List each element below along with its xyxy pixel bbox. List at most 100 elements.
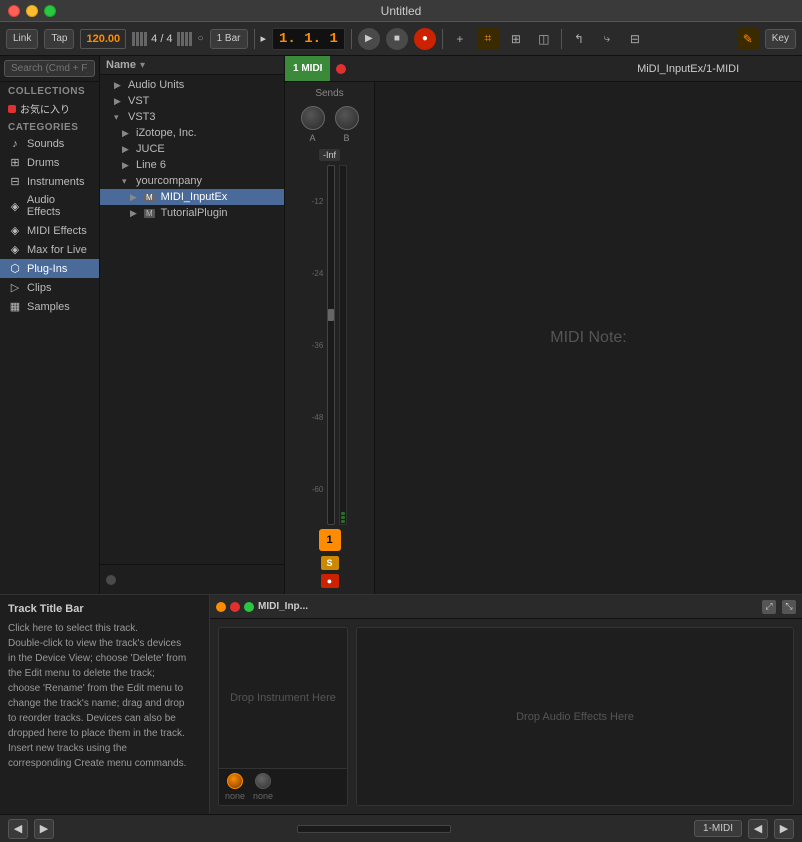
sidebar: Collections お気に入り Categories ♪ Sounds ⊞ … bbox=[0, 56, 100, 594]
window-controls[interactable] bbox=[8, 5, 56, 17]
db-labels: -12 -24 -36 -48 -60 bbox=[312, 165, 324, 525]
vu-bar bbox=[341, 520, 345, 523]
bpm-display[interactable]: 120.00 bbox=[80, 29, 126, 49]
device-expand-button[interactable]: ⤢ bbox=[762, 600, 776, 614]
stop-button[interactable]: ■ bbox=[386, 28, 408, 50]
track-content: Sends A B -Inf -12 bbox=[285, 82, 802, 594]
browser-item-vst[interactable]: ▶ VST bbox=[100, 93, 284, 109]
browser-item-tutorial-plugin[interactable]: ▶ M TutorialPlugin bbox=[100, 205, 284, 221]
browser-item-juce[interactable]: ▶ JUCE bbox=[100, 141, 284, 157]
redo-button[interactable]: ⤷ bbox=[596, 28, 618, 50]
sidebar-item-samples[interactable]: ▦ Samples bbox=[0, 297, 99, 316]
arrangement-button[interactable]: ⊞ bbox=[505, 28, 527, 50]
send-a-label: A bbox=[309, 133, 315, 143]
device-title: MIDI_Inp... bbox=[258, 601, 308, 612]
toolbar-divider bbox=[254, 29, 255, 49]
fader-handle[interactable] bbox=[328, 309, 334, 321]
toolbar-divider bbox=[351, 29, 352, 49]
status-right-button[interactable]: ▶ bbox=[34, 819, 54, 839]
expand-icon: ▶ bbox=[122, 128, 132, 139]
midi-button[interactable]: ⌗ bbox=[477, 28, 499, 50]
record-button[interactable]: ● bbox=[414, 28, 436, 50]
fader-track[interactable] bbox=[327, 165, 335, 525]
db-label: -48 bbox=[312, 413, 324, 422]
send-a-knob[interactable] bbox=[301, 106, 325, 130]
midi-track-label[interactable]: 1 MIDI bbox=[285, 56, 330, 81]
expand-icon: ▶ bbox=[130, 208, 140, 219]
plugin-icon: M bbox=[144, 193, 155, 202]
cpu-button[interactable]: ⊟ bbox=[624, 28, 646, 50]
close-button[interactable] bbox=[8, 5, 20, 17]
drums-icon: ⊞ bbox=[8, 156, 22, 169]
browser-item-audio-units[interactable]: ▶ Audio Units bbox=[100, 77, 284, 93]
drums-label: Drums bbox=[27, 157, 59, 169]
browser-item-midi-inputex[interactable]: ▶ M MIDI_InputEx bbox=[100, 189, 284, 205]
undo-button[interactable]: ↰ bbox=[568, 28, 590, 50]
meter-bar bbox=[181, 32, 184, 46]
max-for-live-icon: ◈ bbox=[8, 243, 22, 256]
maximize-button[interactable] bbox=[44, 5, 56, 17]
browser-list: ▶ Audio Units ▶ VST ▾ VST3 ▶ iZotope, In… bbox=[100, 75, 284, 564]
device-panel: MIDI_Inp... ⤢ ⤡ Drop Instrument Here non… bbox=[210, 595, 802, 814]
toolbar: Link Tap 120.00 4 / 4 ○ 1 Bar ▸ 1. 1. 1 … bbox=[0, 22, 802, 56]
browser-item-line6[interactable]: ▶ Line 6 bbox=[100, 157, 284, 173]
send-b-col: B bbox=[332, 103, 362, 143]
sidebar-item-plugins[interactable]: ⬡ Plug-Ins bbox=[0, 259, 99, 278]
favorite-label: お気に入り bbox=[20, 101, 70, 116]
device-header: MIDI_Inp... ⤢ ⤡ bbox=[210, 595, 802, 619]
pencil-button[interactable]: ✎ bbox=[737, 28, 759, 50]
bottom-panel: Track Title Bar Click here to select thi… bbox=[0, 594, 802, 814]
effects-slot[interactable]: Drop Audio Effects Here bbox=[356, 627, 794, 806]
toolbar-divider bbox=[561, 29, 562, 49]
sidebar-item-audio-effects[interactable]: ◈ Audio Effects bbox=[0, 191, 99, 221]
sort-arrow-icon: ▾ bbox=[140, 60, 145, 71]
search-input[interactable] bbox=[4, 60, 95, 77]
instrument-knob-1[interactable] bbox=[227, 773, 243, 789]
favorite-item[interactable]: お気に入り bbox=[0, 99, 99, 118]
play-button[interactable]: ▶ bbox=[358, 28, 380, 50]
send-b-label: B bbox=[343, 133, 349, 143]
db-label: -24 bbox=[312, 269, 324, 278]
fader-value-display: -Inf bbox=[319, 149, 340, 165]
time-display[interactable]: 1. 1. 1 bbox=[272, 28, 345, 50]
sidebar-item-sounds[interactable]: ♪ Sounds bbox=[0, 135, 99, 153]
circle-icon: ○ bbox=[198, 33, 204, 44]
browser-item-izotope[interactable]: ▶ iZotope, Inc. bbox=[100, 125, 284, 141]
mute-button[interactable]: ● bbox=[321, 574, 339, 588]
add-button[interactable]: + bbox=[449, 28, 471, 50]
progress-bar bbox=[297, 825, 450, 833]
send-b-knob[interactable] bbox=[335, 106, 359, 130]
minimize-button[interactable] bbox=[26, 5, 38, 17]
knob-col-2: none bbox=[253, 773, 273, 801]
sidebar-item-clips[interactable]: ▷ Clips bbox=[0, 278, 99, 297]
collections-header: Collections bbox=[0, 82, 99, 99]
sidebar-item-drums[interactable]: ⊞ Drums bbox=[0, 153, 99, 172]
instruments-icon: ⊟ bbox=[8, 175, 22, 188]
instrument-slot[interactable]: Drop Instrument Here none none bbox=[218, 627, 348, 806]
meter-bar bbox=[136, 32, 139, 46]
tap-button[interactable]: Tap bbox=[44, 29, 74, 49]
browser-item-label: VST3 bbox=[128, 111, 156, 123]
status-left-button[interactable]: ◀ bbox=[8, 819, 28, 839]
bar-selector[interactable]: 1 Bar bbox=[210, 29, 248, 49]
expand-icon: ▾ bbox=[114, 112, 124, 123]
instrument-knob-2[interactable] bbox=[255, 773, 271, 789]
link-button[interactable]: Link bbox=[6, 29, 38, 49]
solo-button[interactable]: S bbox=[321, 556, 339, 570]
sidebar-item-max-for-live[interactable]: ◈ Max for Live bbox=[0, 240, 99, 259]
meter-display: 4 / 4 bbox=[132, 32, 191, 46]
sidebar-item-instruments[interactable]: ⊟ Instruments bbox=[0, 172, 99, 191]
scroll-right-button[interactable]: ▶ bbox=[774, 819, 794, 839]
dot-orange bbox=[216, 602, 226, 612]
key-button[interactable]: Key bbox=[765, 29, 796, 49]
sidebar-item-midi-effects[interactable]: ◈ MIDI Effects bbox=[0, 221, 99, 240]
expand-icon: ▶ bbox=[122, 160, 132, 171]
session-button[interactable]: ◫ bbox=[533, 28, 555, 50]
scroll-left-button[interactable]: ◀ bbox=[748, 819, 768, 839]
device-collapse-button[interactable]: ⤡ bbox=[782, 600, 796, 614]
track-number-button[interactable]: 1 bbox=[319, 529, 341, 551]
browser-footer bbox=[100, 564, 284, 594]
browser-item-vst3[interactable]: ▾ VST3 bbox=[100, 109, 284, 125]
browser-item-yourcompany[interactable]: ▾ yourcompany bbox=[100, 173, 284, 189]
clips-label: Clips bbox=[27, 282, 51, 294]
